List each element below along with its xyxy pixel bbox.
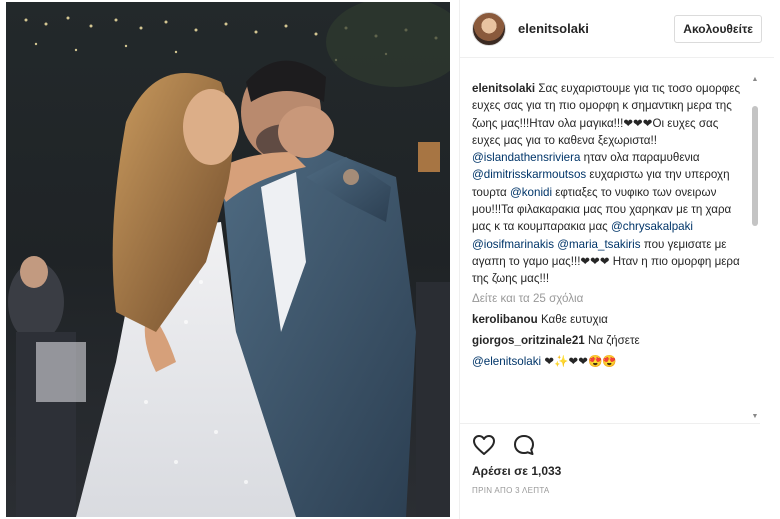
- comment-item: kerolibanou Καθε ευτυχια: [472, 311, 744, 328]
- post-timestamp: ΠΡΙΝ ΑΠΟ 3 ΛΕΠΤΑ: [472, 486, 550, 495]
- mention-link[interactable]: @konidi: [510, 186, 552, 199]
- header-username[interactable]: elenitsolaki: [518, 21, 674, 36]
- scroll-up-arrow-icon[interactable]: ▲: [751, 76, 759, 84]
- caption: elenitsolaki Σας ευχαριστουμε για τις το…: [472, 80, 744, 288]
- scroll-thumb[interactable]: [752, 106, 758, 226]
- mention-link[interactable]: @iosifmarinakis: [472, 238, 554, 251]
- comment-username[interactable]: kerolibanou: [472, 313, 538, 326]
- post-photo: [6, 2, 450, 517]
- comments-section: elenitsolaki Σας ευχαριστουμε για τις το…: [472, 80, 744, 418]
- comment-text: Καθε ευτυχια: [537, 312, 608, 326]
- post-header: elenitsolaki Ακολουθείτε: [460, 0, 774, 58]
- post-actions: Αρέσει σε 1,033 ΠΡΙΝ ΑΠΟ 3 ΛΕΠΤΑ: [460, 423, 760, 495]
- avatar[interactable]: [472, 11, 506, 46]
- post-details-panel: elenitsolaki Ακολουθείτε elenitsolaki Σα…: [459, 0, 774, 519]
- scroll-down-arrow-icon[interactable]: ▼: [751, 413, 759, 421]
- wedding-photo-illustration: [6, 2, 450, 517]
- caption-username[interactable]: elenitsolaki: [472, 82, 535, 95]
- comment-text: ❤✨❤❤😍😍: [541, 355, 617, 369]
- view-all-comments-link[interactable]: Δείτε και τα 25 σχόλια: [472, 290, 744, 307]
- caption-text-2: ηταν ολα παραμυθενια: [580, 151, 703, 165]
- caption-text-5: [693, 220, 696, 233]
- likes-count[interactable]: Αρέσει σε 1,033: [472, 464, 748, 478]
- mention-link[interactable]: @dimitrisskarmoutsos: [472, 168, 586, 181]
- speech-bubble-icon[interactable]: [512, 433, 536, 457]
- comments-scrollbar[interactable]: ▲ ▼: [750, 76, 760, 421]
- mention-link[interactable]: @elenitsolaki: [472, 355, 541, 368]
- comment-item: giorgos_oritzinale21 Να ζήσετε: [472, 332, 744, 349]
- mention-link[interactable]: @chrysakalpaki: [611, 220, 693, 233]
- following-button[interactable]: Ακολουθείτε: [674, 14, 762, 43]
- action-icons: [472, 430, 748, 460]
- comment-item: @elenitsolaki ❤✨❤❤😍😍: [472, 353, 744, 370]
- heart-outline-icon[interactable]: [472, 434, 496, 456]
- mention-link[interactable]: @maria_tsakiris: [557, 238, 640, 251]
- comment-text: Να ζήσετε: [584, 334, 640, 348]
- mention-link[interactable]: @islandathensriviera: [472, 151, 580, 164]
- comment-username[interactable]: giorgos_oritzinale21: [472, 334, 585, 347]
